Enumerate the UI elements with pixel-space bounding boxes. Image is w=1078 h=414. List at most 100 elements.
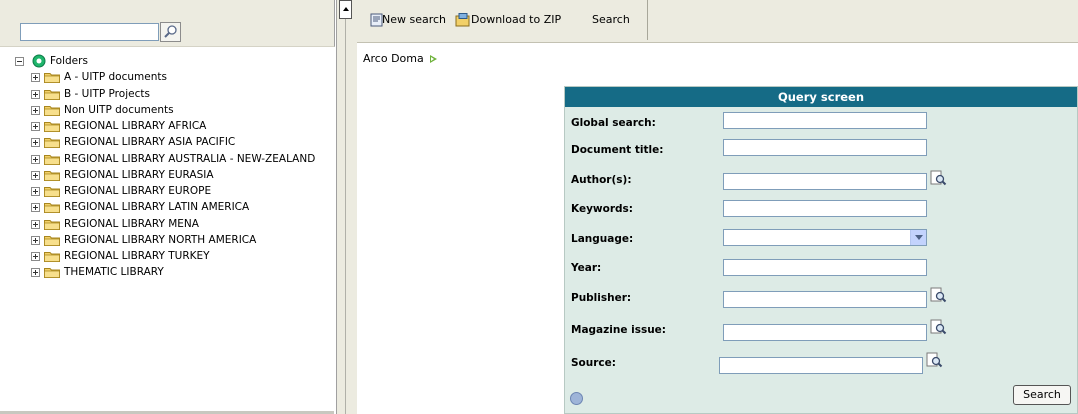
keywords-label: Keywords: [571,203,633,215]
tree-item-label: REGIONAL LIBRARY EURASIA [64,168,214,181]
help-icon[interactable] [570,392,583,405]
folder-icon [44,105,60,116]
tree-item-label: REGIONAL LIBRARY AUSTRALIA - NEW-ZEALAND [64,152,316,165]
tree-item[interactable]: B - UITP Projects [0,86,334,102]
collapse-arrow-icon[interactable] [339,0,352,19]
toolbar-group: New search Download to ZIP Search [357,0,648,40]
authors-input[interactable] [723,173,927,190]
folder-icon [44,252,60,262]
toolbar-search-button[interactable]: Search [592,0,630,40]
folder-icon [44,89,60,100]
lookup-icon[interactable] [930,170,947,186]
dropdown-arrow-icon[interactable] [910,230,926,245]
magazine-issue-input[interactable] [723,324,927,341]
expand-toggle[interactable] [31,138,40,148]
folder-icon [44,154,60,165]
tree-item-label: REGIONAL LIBRARY ASIA PACIFIC [64,136,236,149]
search-icon [164,25,177,38]
query-panel-title: Query screen [565,87,1077,107]
expand-toggle[interactable] [31,170,40,180]
tree-item-label: Non UITP documents [64,103,174,116]
tree-item[interactable]: Non UITP documents [0,102,334,118]
splitter-line [345,19,346,414]
lookup-icon[interactable] [926,352,943,368]
pane-splitter[interactable] [336,0,357,414]
expand-toggle[interactable] [31,268,40,278]
tree-root-label: Folders [50,55,88,67]
folder-search-bar [0,0,335,47]
toolbar-search-label: Search [592,13,630,26]
folders-root-icon [32,54,46,68]
folder-icon [44,219,60,230]
folder-icon [44,73,60,84]
folder-icon [44,187,60,197]
expand-toggle[interactable] [31,89,40,99]
tree-item-label: REGIONAL LIBRARY EUROPE [64,185,212,197]
document-title-label: Document title: [571,144,664,156]
tree-item[interactable]: REGIONAL LIBRARY MENA [0,216,334,232]
tree-item-label: REGIONAL LIBRARY TURKEY [64,250,210,262]
query-search-button[interactable]: Search [1013,385,1071,405]
document-title-input[interactable] [723,139,927,156]
tree-root[interactable]: Folders [0,53,334,69]
tree-item-label: REGIONAL LIBRARY LATIN AMERICA [64,201,250,214]
tree-item[interactable]: A - UITP documents [0,69,334,85]
expand-toggle[interactable] [31,122,40,131]
tree-item-label: B - UITP Projects [64,87,150,100]
tree-item[interactable]: REGIONAL LIBRARY EUROPE [0,183,334,199]
expand-toggle[interactable] [31,187,40,196]
expand-toggle[interactable] [31,252,40,261]
download-zip-icon [455,13,470,27]
expand-toggle[interactable] [31,203,40,213]
folder-icon [44,170,60,181]
tree-item[interactable]: REGIONAL LIBRARY TURKEY [0,248,334,264]
tree-item[interactable]: REGIONAL LIBRARY AUSTRALIA - NEW-ZEALAND [0,151,334,167]
publisher-input[interactable] [723,291,927,308]
folder-search-button[interactable] [160,22,181,42]
year-input[interactable] [723,259,927,276]
folder-icon [44,268,60,279]
tree-item-label: REGIONAL LIBRARY MENA [64,217,199,230]
tree-item-label: A - UITP documents [64,71,167,84]
expand-toggle[interactable] [31,73,40,83]
breadcrumb-arrow-icon [430,55,437,63]
folder-search-input[interactable] [20,23,159,41]
collapse-toggle[interactable] [15,57,24,66]
breadcrumb[interactable]: Arco Doma [363,52,424,65]
source-label: Source: [571,357,616,369]
keywords-input[interactable] [723,200,927,217]
global-search-input[interactable] [723,112,927,129]
folder-icon [44,138,60,149]
expand-toggle[interactable] [31,105,40,115]
new-search-label: New search [382,13,447,26]
download-zip-label: Download to ZIP [471,13,562,26]
folder-icon [44,122,60,132]
global-search-label: Global search: [571,117,656,129]
tree-item[interactable]: THEMATIC LIBRARY [0,264,334,280]
language-label: Language: [571,233,634,245]
expand-toggle[interactable] [31,235,40,245]
tree-item[interactable]: REGIONAL LIBRARY LATIN AMERICA [0,199,334,215]
query-panel: Query screen Global search: Document tit… [564,86,1078,414]
folder-pane: Folders A - UITP documents B - UITP Proje… [0,0,336,414]
toolbar: New search Download to ZIP Search [357,0,1078,43]
folder-icon [44,235,60,246]
language-select[interactable] [723,229,927,246]
tree-item-label: REGIONAL LIBRARY AFRICA [64,120,207,132]
folder-tree: Folders A - UITP documents B - UITP Proje… [0,53,334,281]
tree-item-label: THEMATIC LIBRARY [64,266,164,279]
expand-toggle[interactable] [31,219,40,229]
authors-label: Author(s): [571,174,632,186]
tree-item[interactable]: REGIONAL LIBRARY EURASIA [0,167,334,183]
lookup-icon[interactable] [930,319,947,335]
year-label: Year: [571,262,602,274]
tree-item[interactable]: REGIONAL LIBRARY AFRICA [0,118,334,134]
source-input[interactable] [719,357,923,374]
tree-item[interactable]: REGIONAL LIBRARY ASIA PACIFIC [0,134,334,150]
tree-item-label: REGIONAL LIBRARY NORTH AMERICA [64,233,257,246]
lookup-icon[interactable] [930,287,947,303]
expand-toggle[interactable] [31,154,40,164]
publisher-label: Publisher: [571,292,632,304]
tree-item[interactable]: REGIONAL LIBRARY NORTH AMERICA [0,232,334,248]
magazine-issue-label: Magazine issue: [571,324,666,336]
